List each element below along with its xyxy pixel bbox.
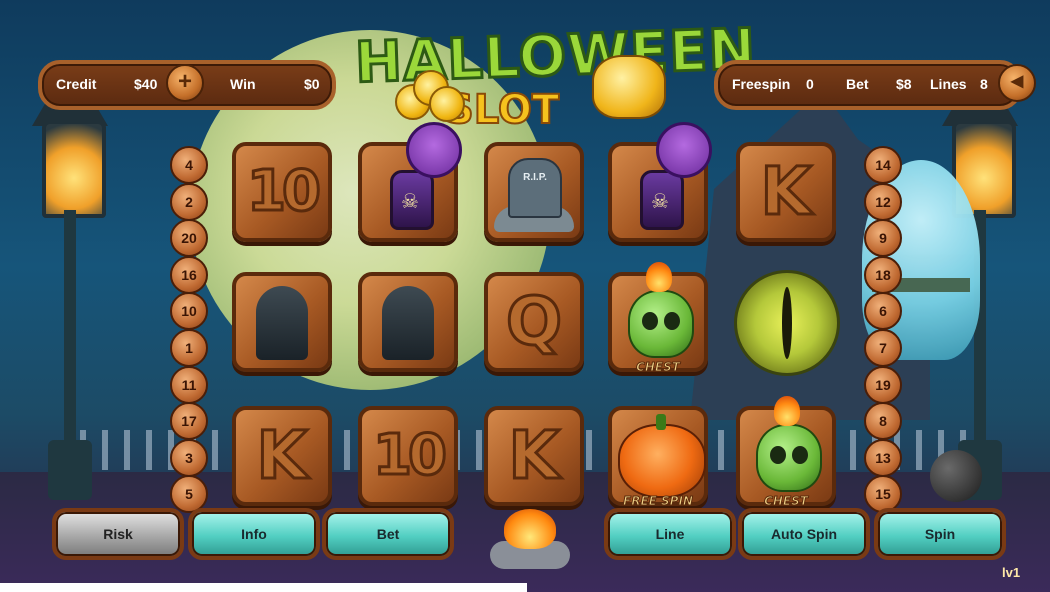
- symbol-letter: 10: [372, 422, 449, 490]
- line-number-badge[interactable]: 7: [864, 329, 902, 367]
- reel-symbol-chest-skull: CHEST: [736, 396, 836, 509]
- line-number-badge[interactable]: 3: [170, 439, 208, 477]
- green-skull-icon: [756, 424, 822, 492]
- line-number-badge[interactable]: 1: [170, 329, 208, 367]
- reel-symbol-potion: [358, 122, 462, 242]
- green-skull-icon: [628, 290, 694, 358]
- reel-symbol-reaper: [232, 272, 332, 372]
- win-value: $0: [304, 76, 320, 92]
- freespin-label: Freespin: [732, 76, 791, 92]
- win-label: Win: [230, 76, 256, 92]
- monster-eye-icon: [734, 270, 840, 376]
- potion-icon: [390, 170, 434, 230]
- speaker-icon[interactable]: ◀: [998, 64, 1036, 102]
- symbol-caption: CHEST: [764, 494, 809, 509]
- reel-symbol-tombstone: R.I.P.: [484, 142, 584, 242]
- info-button[interactable]: Info: [188, 508, 320, 560]
- lines-value: 8: [980, 76, 988, 92]
- tombstone-text: R.I.P.: [523, 172, 547, 183]
- reaper-icon: [256, 286, 308, 360]
- bet-value: $8: [896, 76, 912, 92]
- risk-button[interactable]: Risk: [52, 508, 184, 560]
- tombstone-icon: R.I.P.: [508, 158, 562, 218]
- line-number-badge[interactable]: 17: [170, 402, 208, 440]
- bottom-strip: [0, 583, 527, 592]
- symbol-letter: K: [507, 416, 561, 496]
- freespin-bet-lines-panel: Freespin 0 Bet $8 Lines 8: [714, 60, 1022, 110]
- auto-spin-button[interactable]: Auto Spin: [738, 508, 870, 560]
- flame-icon: [646, 262, 672, 292]
- line-number-badge[interactable]: 14: [864, 146, 902, 184]
- reaper-icon: [382, 286, 434, 360]
- line-number-badge[interactable]: 19: [864, 366, 902, 404]
- freespin-value: 0: [806, 76, 814, 92]
- flame-icon: [774, 396, 800, 426]
- bet-button[interactable]: Bet: [322, 508, 454, 560]
- symbol-caption: FREE SPIN: [623, 494, 694, 509]
- line-number-badge[interactable]: 13: [864, 439, 902, 477]
- line-number-badge[interactable]: 6: [864, 292, 902, 330]
- potion-icon: [640, 170, 684, 230]
- tentacle-icon: [656, 122, 712, 178]
- line-number-badge[interactable]: 18: [864, 256, 902, 294]
- line-number-badge[interactable]: 9: [864, 219, 902, 257]
- line-number-badge[interactable]: 16: [170, 256, 208, 294]
- reel-symbol-eye: [734, 270, 840, 376]
- reel-symbol-k: K: [736, 142, 836, 242]
- line-number-badge[interactable]: 11: [170, 366, 208, 404]
- add-credit-button[interactable]: +: [166, 64, 204, 102]
- pumpkin-icon: [618, 414, 706, 498]
- symbol-letter: 10: [246, 158, 323, 226]
- symbol-letter: Q: [504, 282, 563, 362]
- line-number-badge[interactable]: 20: [170, 219, 208, 257]
- lines-label: Lines: [930, 76, 967, 92]
- reel-symbol-chest-skull: CHEST: [608, 262, 708, 375]
- credit-label: Credit: [56, 76, 97, 92]
- reel-symbol-potion: [608, 122, 712, 242]
- reel-symbol-k: K: [484, 406, 584, 506]
- version-label: lv1: [1002, 565, 1021, 580]
- reel-symbol-q: Q: [484, 272, 584, 372]
- line-number-badge[interactable]: 12: [864, 183, 902, 221]
- gold-coins-icon: [395, 70, 465, 122]
- campfire-icon: [490, 505, 570, 575]
- reel-symbol-k: K: [232, 406, 332, 506]
- gold-skull-icon: [592, 55, 666, 119]
- reel-symbol-10: 10: [232, 142, 332, 242]
- symbol-letter: K: [255, 416, 309, 496]
- line-button[interactable]: Line: [604, 508, 736, 560]
- line-number-badge[interactable]: 10: [170, 292, 208, 330]
- credit-value: $40: [134, 76, 158, 92]
- reel-symbol-reaper: [358, 272, 458, 372]
- street-lamp-left: [30, 100, 110, 500]
- reel-symbol-pumpkin: FREE SPIN: [608, 406, 708, 509]
- bet-label: Bet: [846, 76, 869, 92]
- line-number-badge[interactable]: 4: [170, 146, 208, 184]
- symbol-letter: K: [759, 152, 813, 232]
- line-number-badge[interactable]: 2: [170, 183, 208, 221]
- tentacle-icon: [406, 122, 462, 178]
- spin-button[interactable]: Spin: [874, 508, 1006, 560]
- reel-symbol-10: 10: [358, 406, 458, 506]
- ball-and-chain: [930, 450, 982, 502]
- symbol-caption: CHEST: [636, 360, 681, 375]
- line-number-badge[interactable]: 8: [864, 402, 902, 440]
